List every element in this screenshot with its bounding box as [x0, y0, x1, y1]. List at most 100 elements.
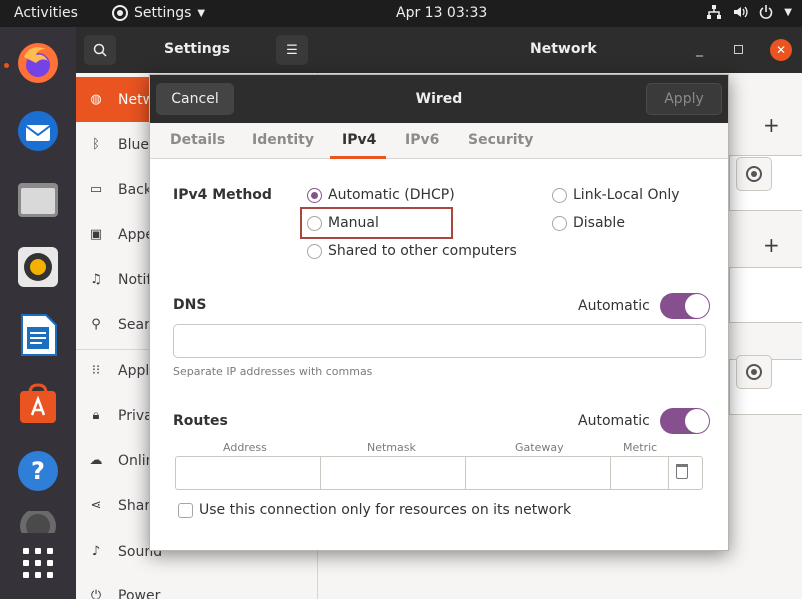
column-header-gateway: Gateway: [515, 441, 564, 454]
dialog-tabs: Details Identity IPv4 IPv6 Security: [150, 123, 728, 159]
method-automatic-radio[interactable]: Automatic (DHCP): [307, 187, 455, 203]
activities-button[interactable]: Activities: [14, 5, 78, 21]
sidebar-item-power[interactable]: ⏻ Power: [76, 573, 318, 599]
rhythmbox-icon[interactable]: [14, 243, 62, 291]
privacy-icon: 🔒︎: [92, 408, 100, 423]
close-button[interactable]: ✕: [770, 39, 792, 61]
route-metric-input[interactable]: [611, 457, 669, 489]
svg-text:?: ?: [31, 457, 45, 485]
tab-security[interactable]: Security: [468, 132, 533, 148]
wired-dialog: Cancel Wired Apply Details Identity IPv4…: [149, 74, 729, 551]
active-tab-indicator: [330, 156, 386, 159]
tab-ipv4[interactable]: IPv4: [342, 132, 376, 148]
radio-label: Automatic (DHCP): [328, 187, 455, 203]
hamburger-icon: ☰: [286, 42, 298, 58]
dock: ?: [0, 27, 76, 599]
checkbox-label: Use this connection only for resources o…: [199, 502, 572, 518]
network-wired-icon: [707, 5, 722, 19]
checkbox-unchecked-icon: [178, 502, 193, 518]
tab-ipv6[interactable]: IPv6: [405, 132, 439, 148]
dns-hint: Separate IP addresses with commas: [173, 365, 373, 378]
routes-label: Routes: [173, 413, 228, 429]
add-connection-icon[interactable]: +: [763, 113, 780, 137]
vpn-card: [729, 267, 802, 323]
radio-label: Disable: [573, 215, 625, 231]
radio-unselected-icon: [552, 215, 567, 231]
routes-automatic-label: Automatic: [578, 413, 650, 429]
online-accounts-icon: ☁: [89, 453, 103, 468]
bluetooth-icon: ᛒ: [92, 137, 100, 152]
clock[interactable]: Apr 13 03:33: [396, 5, 487, 21]
wired-settings-button[interactable]: [736, 157, 772, 191]
ipv4-method-label: IPv4 Method: [173, 187, 272, 203]
tab-identity[interactable]: Identity: [252, 132, 314, 148]
radio-label: Link-Local Only: [573, 187, 680, 203]
search-icon: [93, 43, 107, 57]
routes-automatic-switch[interactable]: [659, 408, 710, 434]
dns-automatic-row: Automatic: [578, 293, 710, 319]
proxy-settings-button[interactable]: [736, 355, 772, 389]
writer-icon[interactable]: [14, 311, 62, 359]
routes-row: [175, 456, 703, 490]
radio-unselected-icon: [307, 243, 322, 259]
route-netmask-input[interactable]: [321, 457, 466, 489]
search-icon: ⚲: [91, 317, 101, 332]
network-icon: ◍: [90, 92, 102, 107]
thunderbird-icon[interactable]: [14, 107, 62, 155]
firefox-icon[interactable]: [14, 39, 62, 87]
sidebar-item-label: Notif: [118, 271, 152, 288]
dns-automatic-label: Automatic: [578, 298, 650, 314]
tab-details[interactable]: Details: [170, 132, 225, 148]
app-menu-label: Settings: [134, 5, 192, 21]
sharing-icon: ⋖: [90, 498, 102, 513]
method-disable-radio[interactable]: Disable: [552, 215, 625, 231]
radio-label: Shared to other computers: [328, 243, 517, 259]
dns-automatic-switch[interactable]: [659, 293, 710, 319]
dialog-headerbar: Cancel Wired Apply: [150, 75, 728, 123]
notifications-icon: ♫: [90, 272, 102, 287]
add-vpn-icon[interactable]: +: [763, 233, 780, 257]
system-tray[interactable]: ▼: [706, 4, 792, 20]
sidebar-item-label: Priva: [118, 407, 153, 424]
only-local-checkbox[interactable]: Use this connection only for resources o…: [178, 502, 571, 518]
method-link-local-radio[interactable]: Link-Local Only: [552, 187, 680, 203]
sidebar-item-label: Power: [118, 587, 161, 599]
files-icon[interactable]: [14, 175, 62, 223]
column-header-address: Address: [223, 441, 267, 454]
top-bar: Activities Settings ▼ Apr 13 03:33 ▼: [0, 0, 802, 27]
power-icon: ⏻: [90, 588, 102, 599]
volume-icon: [734, 6, 748, 18]
dns-input[interactable]: [173, 324, 706, 358]
minimize-icon[interactable]: _: [696, 41, 703, 57]
route-address-input[interactable]: [176, 457, 321, 489]
manual-highlight-box: [300, 207, 453, 239]
apply-button[interactable]: Apply: [646, 83, 722, 115]
appearance-icon: ▣: [89, 227, 103, 242]
apps-grid-icon[interactable]: [14, 539, 62, 587]
background-icon: ▭: [89, 182, 103, 197]
help-icon[interactable]: ?: [14, 447, 62, 495]
app-menu[interactable]: Settings ▼: [112, 5, 205, 21]
sidebar-item-label: Back: [118, 181, 152, 198]
menu-button[interactable]: ☰: [276, 35, 308, 65]
settings-title: Settings: [164, 41, 231, 57]
software-icon[interactable]: [14, 379, 62, 427]
sound-icon: ♪: [91, 544, 101, 559]
column-header-metric: Metric: [623, 441, 658, 454]
search-button[interactable]: [84, 35, 116, 65]
method-shared-radio[interactable]: Shared to other computers: [307, 243, 517, 259]
trash-icon[interactable]: [676, 464, 688, 479]
maximize-icon[interactable]: [734, 45, 743, 54]
dialog-title: Wired: [415, 91, 463, 107]
gear-icon: [746, 166, 762, 182]
dns-label: DNS: [173, 297, 207, 313]
trash-icon[interactable]: [14, 511, 62, 533]
gear-icon: [746, 364, 762, 380]
sidebar-item-label: Appl: [118, 362, 150, 379]
power-icon: [760, 5, 773, 19]
dropdown-arrow-icon: ▼: [197, 7, 206, 19]
route-gateway-input[interactable]: [466, 457, 611, 489]
column-header-netmask: Netmask: [367, 441, 416, 454]
settings-gear-icon: [112, 5, 128, 21]
running-indicator: [4, 63, 9, 68]
